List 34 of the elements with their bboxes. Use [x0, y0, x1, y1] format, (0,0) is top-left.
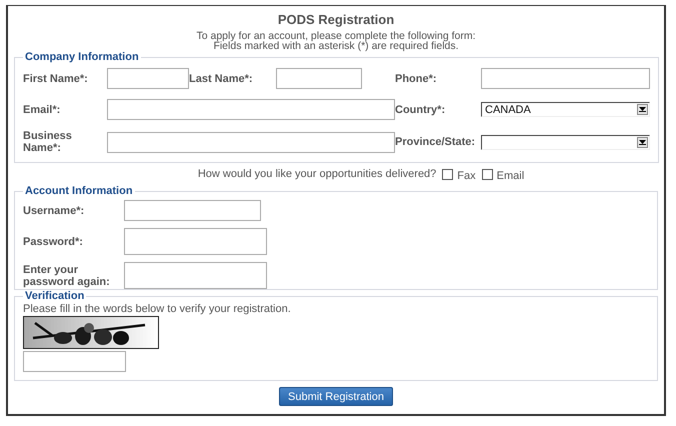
- input-field[interactable]: [276, 68, 362, 89]
- input-field[interactable]: [23, 351, 126, 372]
- field-label: Last Name*:: [189, 72, 254, 84]
- delivery-question: How would you like your opportunities delivered?: [198, 168, 436, 180]
- checkbox-label: Email: [496, 170, 524, 182]
- field-label: Country*:: [395, 104, 446, 116]
- dropdown-field[interactable]: CANADA: [481, 102, 650, 117]
- field-label: Business Name*:: [23, 130, 73, 154]
- submit-button[interactable]: Submit Registration: [279, 387, 393, 406]
- field-label: Province/State:: [395, 136, 476, 148]
- section-legend: Company Information: [23, 51, 141, 63]
- section-legend: Verification: [23, 290, 86, 302]
- instruction-text: Please fill in the words below to verify your registration.: [23, 303, 292, 316]
- dropdown-field[interactable]: [481, 134, 650, 150]
- page-title: PODS Registration: [276, 12, 396, 28]
- checkbox[interactable]: [482, 168, 493, 180]
- field-label: Phone*:: [395, 72, 438, 84]
- intro-text: Fields marked with an asterisk (*) are required fields.: [213, 41, 460, 51]
- intro-text: To apply for an account, please complete the following form:: [196, 31, 476, 41]
- field-label: Password*:: [23, 236, 84, 248]
- input-field[interactable]: [481, 68, 650, 89]
- input-field[interactable]: [124, 200, 261, 221]
- field-label: First Name*:: [23, 72, 89, 84]
- input-field[interactable]: [107, 68, 189, 89]
- input-field[interactable]: [107, 132, 395, 152]
- input-field[interactable]: [124, 228, 267, 255]
- input-field[interactable]: [124, 262, 267, 289]
- field-label: Enter your password again:: [23, 264, 111, 288]
- section-legend: Account Information: [23, 185, 135, 197]
- checkbox-label: Fax: [457, 170, 476, 182]
- input-field[interactable]: [107, 99, 395, 120]
- field-label: Email*:: [23, 104, 62, 116]
- field-label: Username*:: [23, 204, 86, 216]
- checkbox[interactable]: [442, 168, 454, 180]
